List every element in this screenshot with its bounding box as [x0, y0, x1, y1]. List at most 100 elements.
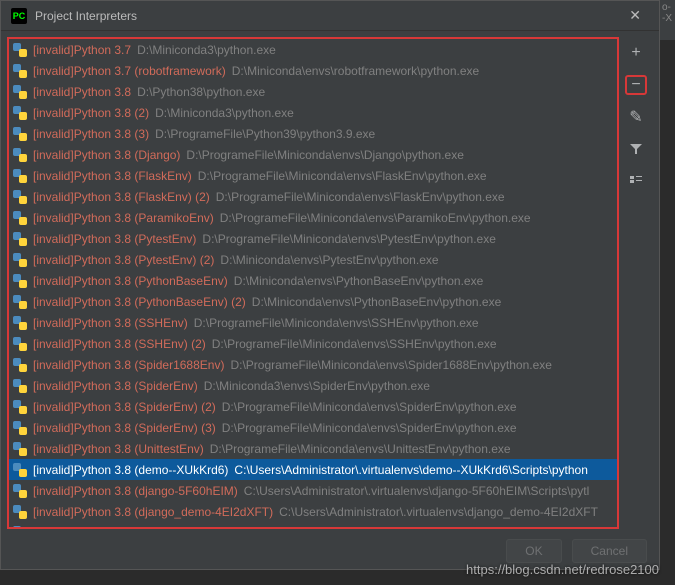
invalid-tag: [invalid] — [33, 64, 74, 78]
interpreter-name: Python 3.7 (robotframework) — [74, 64, 226, 78]
python-icon — [13, 295, 27, 309]
invalid-tag: [invalid] — [33, 232, 74, 246]
project-interpreters-dialog: PC Project Interpreters ✕ [invalid] Pyth… — [0, 0, 660, 570]
interpreter-name: Python 3.8 (PytestEnv) — [74, 232, 197, 246]
invalid-tag: [invalid] — [33, 421, 74, 435]
interpreter-row[interactable]: [invalid] Python 3.8 (FlaskEnv)D:\Progra… — [9, 165, 617, 186]
invalid-tag: [invalid] — [33, 526, 74, 530]
interpreter-name: Python 3.8 (UnittestEnv) — [74, 442, 204, 456]
remove-button[interactable]: − — [625, 75, 647, 95]
python-icon — [13, 358, 27, 372]
interpreter-row[interactable]: [invalid] Python 3.8 (UnittestEnv) D:\Pro… — [9, 438, 617, 459]
interpreter-row[interactable]: [invalid] Python 3.8 (django-5F60hEIM)C:… — [9, 480, 617, 501]
interpreter-row[interactable]: [invalid] Python 3.8 (django_demo-4EI2dX… — [9, 501, 617, 522]
edit-button[interactable]: ✎ — [625, 107, 647, 127]
interpreter-path: D:\ProgrameFile\Miniconda\envs\SSHEnv\py… — [194, 316, 479, 330]
invalid-tag: [invalid] — [33, 190, 74, 204]
interpreter-row[interactable]: [invalid] Python 3.8 (2) D:\Miniconda3\py… — [9, 102, 617, 123]
interpreter-path: C:\Users\Administrator\.virtualenvs\djan… — [279, 505, 598, 519]
python-icon — [13, 190, 27, 204]
interpreter-row[interactable]: [invalid] Python 3.8 (PythonBaseEnv) (2)… — [9, 291, 617, 312]
interpreter-row[interactable]: [invalid] Python 3.8 (lamb-common-wlpljE… — [9, 522, 617, 529]
interpreter-name: Python 3.8 (PytestEnv) (2) — [74, 253, 215, 267]
interpreter-path: D:\Miniconda\envs\PythonBaseEnv\python.e… — [234, 274, 483, 288]
show-paths-button[interactable] — [625, 171, 647, 191]
invalid-tag: [invalid] — [33, 337, 74, 351]
interpreter-row[interactable]: [invalid] Python 3.8 (3)D:\ProgrameFile\… — [9, 123, 617, 144]
interpreter-name: Python 3.8 (lamb-common-wlpljENN) — [74, 526, 271, 530]
invalid-tag: [invalid] — [33, 295, 74, 309]
titlebar: PC Project Interpreters ✕ — [1, 1, 659, 31]
interpreter-row[interactable]: [invalid] Python 3.8 (PytestEnv) (2)D:\M… — [9, 249, 617, 270]
interpreter-path: C:\Users\Administrator\.virtualenvs\demo… — [234, 463, 587, 477]
filter-button[interactable] — [625, 139, 647, 159]
invalid-tag: [invalid] — [33, 484, 74, 498]
interpreter-row[interactable]: [invalid] Python 3.8 (SpiderEnv) (2)D:\P… — [9, 396, 617, 417]
interpreter-name: Python 3.8 (SpiderEnv) (3) — [74, 421, 216, 435]
interpreter-name: Python 3.8 (ParamikoEnv) — [74, 211, 214, 225]
python-icon — [13, 484, 27, 498]
python-icon — [13, 274, 27, 288]
dialog-content: [invalid] Python 3.7D:\Miniconda3\python… — [1, 31, 659, 529]
interpreter-row[interactable]: [invalid] Python 3.8 (Django) D:\Programe… — [9, 144, 617, 165]
python-icon — [13, 442, 27, 456]
interpreter-path: D:\ProgrameFile\Miniconda\envs\SpiderEnv… — [222, 421, 517, 435]
interpreter-row[interactable]: [invalid] Python 3.8 (SSHEnv) (2) D:\Prog… — [9, 333, 617, 354]
interpreter-path: D:\ProgrameFile\Miniconda\envs\FlaskEnv\… — [216, 190, 505, 204]
interpreter-name: Python 3.8 (demo--XUkKrd6) — [74, 463, 229, 477]
interpreter-name: Python 3.8 (PythonBaseEnv) (2) — [74, 295, 246, 309]
ok-button[interactable]: OK — [506, 539, 561, 563]
interpreter-name: Python 3.8 (FlaskEnv) — [74, 169, 192, 183]
interpreter-list[interactable]: [invalid] Python 3.7D:\Miniconda3\python… — [7, 37, 619, 529]
invalid-tag: [invalid] — [33, 43, 74, 57]
interpreter-name: Python 3.8 (FlaskEnv) (2) — [74, 190, 210, 204]
list-toolbar: + − ✎ — [619, 37, 653, 529]
python-icon — [13, 379, 27, 393]
interpreter-row[interactable]: [invalid] Python 3.8 (ParamikoEnv)D:\Pro… — [9, 207, 617, 228]
interpreter-path: D:\Miniconda3\python.exe — [155, 106, 294, 120]
interpreter-name: Python 3.8 (Django) — [74, 148, 181, 162]
interpreter-name: Python 3.8 (django_demo-4EI2dXFT) — [74, 505, 273, 519]
interpreter-row[interactable]: [invalid] Python 3.8 (demo--XUkKrd6) C:\U… — [9, 459, 617, 480]
interpreter-row[interactable]: [invalid] Python 3.8 (SpiderEnv) (3) D:\P… — [9, 417, 617, 438]
paths-icon — [629, 174, 643, 188]
interpreter-name: Python 3.8 — [74, 85, 131, 99]
python-icon — [13, 232, 27, 246]
interpreter-path: D:\Miniconda\envs\PythonBaseEnv\python.e… — [252, 295, 501, 309]
interpreter-name: Python 3.8 (SSHEnv) (2) — [74, 337, 206, 351]
interpreter-path: D:\ProgrameFile\Miniconda\envs\FlaskEnv\… — [198, 169, 487, 183]
invalid-tag: [invalid] — [33, 442, 74, 456]
cancel-button[interactable]: Cancel — [572, 539, 647, 563]
interpreter-row[interactable]: [invalid] Python 3.7 (robotframework)D:\… — [9, 60, 617, 81]
interpreter-path: D:\ProgrameFile\Miniconda\envs\Django\py… — [186, 148, 463, 162]
interpreter-name: Python 3.8 (Spider1688Env) — [74, 358, 225, 372]
interpreter-name: Python 3.8 (3) — [74, 127, 149, 141]
invalid-tag: [invalid] — [33, 316, 74, 330]
pycharm-icon: PC — [11, 8, 27, 24]
add-button[interactable]: + — [625, 43, 647, 63]
interpreter-path: D:\ProgrameFile\Miniconda\envs\UnittestE… — [210, 442, 511, 456]
interpreter-path: C:\Users\Administrator\.virtualenvs\djan… — [244, 484, 589, 498]
interpreter-row[interactable]: [invalid] Python 3.8 (PythonBaseEnv)D:\M… — [9, 270, 617, 291]
invalid-tag: [invalid] — [33, 148, 74, 162]
interpreter-path: D:\ProgrameFile\Miniconda\envs\SSHEnv\py… — [212, 337, 497, 351]
interpreter-row[interactable]: [invalid] Python 3.8 (Spider1688Env)D:\P… — [9, 354, 617, 375]
interpreter-row[interactable]: [invalid] Python 3.8 (SpiderEnv)D:\Minic… — [9, 375, 617, 396]
interpreter-row[interactable]: [invalid] Python 3.8 (PytestEnv)D:\Progr… — [9, 228, 617, 249]
python-icon — [13, 400, 27, 414]
invalid-tag: [invalid] — [33, 85, 74, 99]
interpreter-row[interactable]: [invalid] Python 3.8 (SSHEnv)D:\Programe… — [9, 312, 617, 333]
invalid-tag: [invalid] — [33, 106, 74, 120]
interpreter-name: Python 3.8 (2) — [74, 106, 149, 120]
interpreter-name: Python 3.8 (SpiderEnv) (2) — [74, 400, 216, 414]
interpreter-path: D:\Miniconda3\python.exe — [137, 43, 276, 57]
dialog-buttons: OK Cancel — [506, 539, 647, 563]
invalid-tag: [invalid] — [33, 463, 74, 477]
interpreter-row[interactable]: [invalid] Python 3.8 D:\Python38\python.e… — [9, 81, 617, 102]
interpreter-row[interactable]: [invalid] Python 3.7D:\Miniconda3\python… — [9, 39, 617, 60]
interpreter-path: D:\ProgrameFile\Python39\python3.9.exe — [155, 127, 375, 141]
interpreter-row[interactable]: [invalid] Python 3.8 (FlaskEnv) (2) D:\Pr… — [9, 186, 617, 207]
interpreter-path: D:\Python38\python.exe — [137, 85, 265, 99]
python-icon — [13, 106, 27, 120]
close-icon[interactable]: ✕ — [621, 7, 649, 24]
